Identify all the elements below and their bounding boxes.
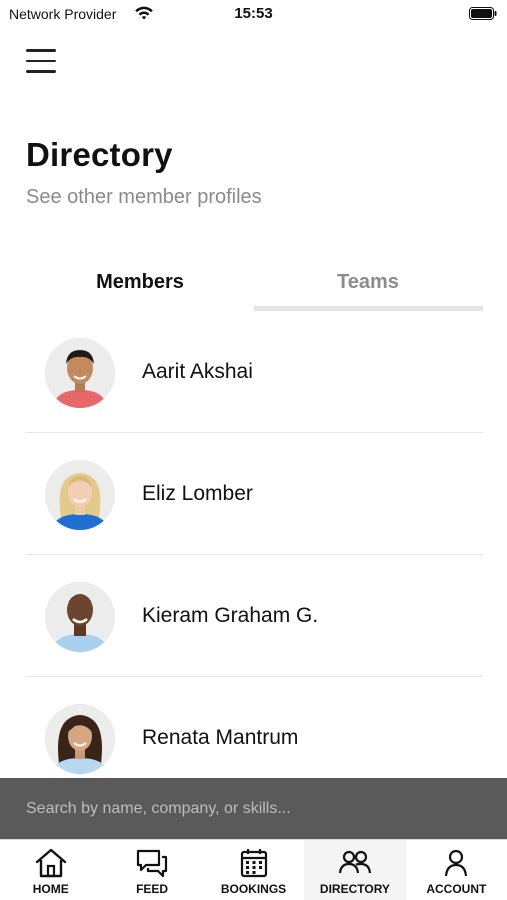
search-input[interactable] [0,778,507,839]
tab-directory-label: DIRECTORY [319,882,390,896]
avatar [45,460,115,530]
status-bar: Network Provider 15:53 [0,0,507,28]
chat-icon [137,849,168,878]
member-name: Aarit Akshai [142,360,253,383]
page-title: Directory [26,136,173,173]
tab-directory[interactable]: DIRECTORY [304,840,406,900]
clock: 15:53 [234,5,273,22]
member-row[interactable]: Aarit Akshai [26,311,483,433]
directory-tabs: Members Teams [26,262,483,312]
home-icon [35,848,66,878]
page-subtitle: See other member profiles [26,186,262,208]
tab-home-label: HOME [32,882,69,896]
tab-teams-label: Teams [337,271,399,293]
tab-teams[interactable]: Teams [254,262,483,312]
calendar-icon [240,849,267,878]
member-name: Kieram Graham G. [142,604,319,627]
people-icon [338,850,372,874]
tab-bookings-label: BOOKINGS [220,882,287,896]
member-name: Renata Mantrum [142,726,299,749]
avatar [45,338,115,408]
hamburger-menu-icon[interactable] [26,49,56,75]
member-name: Eliz Lomber [142,482,253,505]
tab-account[interactable]: ACCOUNT [406,840,507,900]
tab-account-label: ACCOUNT [426,882,487,896]
tab-members-label: Members [96,271,184,293]
avatar [45,704,115,774]
tab-feed[interactable]: FEED [101,840,202,900]
tab-bookings[interactable]: BOOKINGS [203,840,304,900]
tab-members[interactable]: Members [26,262,254,312]
search-bar [0,778,507,839]
tab-feed-label: FEED [136,882,169,896]
battery-icon [469,7,497,20]
member-list: Aarit Akshai Eliz Lomber Kieram Graham G… [26,311,483,799]
person-icon [445,849,468,877]
bottom-tab-bar: HOME FEED BOOKINGS DIRECTORY ACCOUNT [0,839,507,900]
tab-home[interactable]: HOME [0,840,101,900]
member-row[interactable]: Kieram Graham G. [26,555,483,677]
member-row[interactable]: Eliz Lomber [26,433,483,555]
avatar [45,582,115,652]
